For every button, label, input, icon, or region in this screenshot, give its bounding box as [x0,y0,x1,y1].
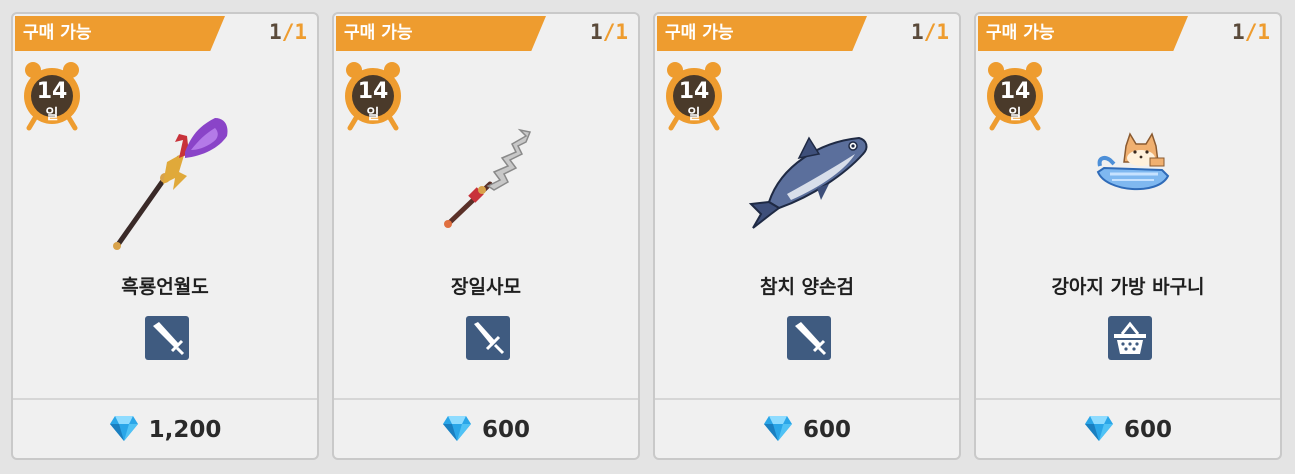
badge-label: 구매 가능 [986,23,1055,43]
price-area: 1,200 [13,412,317,448]
shop-item-card[interactable]: 구매 가능 1/1 14 일 장일사모 600 [332,12,640,460]
alarm-clock-icon: 14 일 [663,60,725,132]
stock-max: 1 [294,20,307,44]
stock-counter: 1/1 [269,20,307,44]
price-value: 600 [802,417,851,443]
days-unit: 일 [45,107,59,123]
stock-max: 1 [936,20,949,44]
shop-item-row: 구매 가능 1/1 14 일 흑룡언월도 1,200 구매 가능 1/1 14 … [0,0,1295,474]
badge-label: 구매 가능 [665,23,734,43]
stock-current: 1 [1232,20,1245,44]
card-divider [655,398,959,400]
stock-counter: 1/1 [590,20,628,44]
stock-counter: 1/1 [911,20,949,44]
halberd-item-image [87,96,247,256]
stock-separator: / [602,20,616,44]
basket-icon [1108,316,1152,360]
stock-max: 1 [615,20,628,44]
badge-label: 구매 가능 [344,23,413,43]
item-name: 참치 양손검 [759,276,854,298]
days-number: 14 [999,79,1031,104]
shop-item-card[interactable]: 구매 가능 1/1 14 일 [974,12,1282,460]
stock-separator: / [281,20,295,44]
diamond-icon [442,414,472,446]
stock-counter: 1/1 [1232,20,1270,44]
price-value: 1,200 [148,417,222,443]
purchasable-badge: 구매 가능 [15,16,225,51]
alarm-clock-icon: 14 일 [342,60,404,132]
purchasable-badge: 구매 가능 [336,16,546,51]
card-divider [976,398,1280,400]
diamond-icon [1084,414,1114,446]
card-divider [334,398,638,400]
item-name: 장일사모 [451,276,521,298]
shop-item-card[interactable]: 구매 가능 1/1 14 일 [653,12,961,460]
stock-current: 1 [269,20,282,44]
purchasable-badge: 구매 가능 [978,16,1188,51]
stock-current: 1 [911,20,924,44]
price-value: 600 [1123,417,1172,443]
diamond-icon [763,414,793,446]
badge-label: 구매 가능 [23,23,92,43]
days-number: 14 [357,79,389,104]
tuna-item-image [729,96,889,256]
sword-icon [145,316,189,360]
stock-separator: / [923,20,937,44]
purchasable-badge: 구매 가능 [657,16,867,51]
item-name: 흑룡언월도 [121,276,209,298]
alarm-clock-icon: 14 일 [21,60,83,132]
price-value: 600 [481,417,530,443]
days-number: 14 [678,79,710,104]
days-unit: 일 [366,107,380,123]
shop-item-card[interactable]: 구매 가능 1/1 14 일 [11,12,319,460]
stock-separator: / [1244,20,1258,44]
stock-current: 1 [590,20,603,44]
spear-item-image [408,96,568,256]
price-area: 600 [976,412,1280,448]
stock-max: 1 [1257,20,1270,44]
card-divider [13,398,317,400]
diamond-icon [109,414,139,446]
days-number: 14 [36,79,68,104]
sword-icon [787,316,831,360]
item-name: 강아지 가방 바구니 [1051,276,1205,298]
alarm-clock-icon: 14 일 [984,60,1046,132]
sword-icon [466,316,510,360]
price-area: 600 [334,412,638,448]
days-unit: 일 [687,107,701,123]
days-unit: 일 [1008,107,1022,123]
price-area: 600 [655,412,959,448]
puppy-basket-item-image [1050,96,1210,256]
